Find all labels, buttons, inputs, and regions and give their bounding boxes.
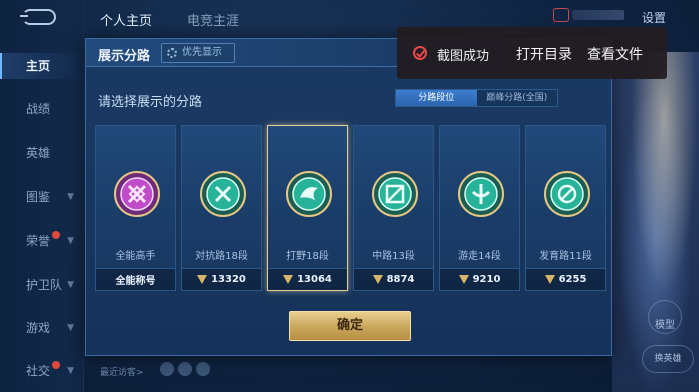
recent-visitors-link[interactable]: 最近访客>: [100, 365, 144, 378]
settings-button[interactable]: 设置: [642, 9, 666, 26]
toggle-peak-lane[interactable]: 巅峰分路(全国): [477, 90, 558, 106]
rank-score-icon: [372, 275, 383, 284]
sidebar-item-guard[interactable]: 护卫队 ▼: [0, 272, 84, 298]
lane-card-value: 全能称号: [115, 276, 156, 287]
all-round-emblem-icon: [114, 171, 160, 217]
lane-card-name: 全能高手: [115, 251, 156, 262]
left-sidebar: 主页 战绩 英雄 图鉴 ▼ 荣誉 ▼ 护卫队 ▼ 游戏 ▼ 社交 ▼: [0, 0, 84, 392]
lane-card-value-row: 6255: [526, 268, 605, 290]
lane-card-clash[interactable]: 对抗路18段 13320: [181, 125, 262, 291]
tab-profile[interactable]: 个人主页: [100, 10, 152, 29]
sidebar-item-label: 荣誉: [26, 234, 51, 248]
toast-message: 截图成功: [437, 49, 490, 64]
view-file-link[interactable]: 查看文件: [587, 44, 643, 64]
sidebar-item-label: 护卫队: [26, 278, 63, 292]
visitor-avatar[interactable]: [178, 362, 192, 376]
change-hero-button[interactable]: 换英雄: [642, 345, 694, 373]
lane-card-name: 中路13段: [372, 251, 415, 262]
gear-icon: [167, 48, 177, 58]
lane-card-all-round[interactable]: 全能高手 全能称号: [95, 125, 176, 291]
jungle-lane-emblem-icon: [286, 171, 332, 217]
sidebar-item-label: 游戏: [26, 321, 51, 335]
chevron-down-icon: ▼: [67, 236, 74, 246]
confirm-button[interactable]: 确定: [289, 311, 411, 341]
model-label: 模型: [655, 320, 675, 331]
battery-icon: [553, 8, 569, 22]
farm-lane-emblem-icon: [544, 171, 590, 217]
lane-card-name: 发育路11段: [539, 251, 592, 262]
lane-card-value: 13320: [211, 274, 246, 285]
mid-lane-emblem-icon: [372, 171, 418, 217]
sidebar-item-label: 图鉴: [26, 190, 51, 204]
lane-card-name: 游走14段: [458, 251, 501, 262]
status-indicator: [572, 10, 624, 20]
open-folder-link[interactable]: 打开目录: [516, 44, 572, 64]
priority-display-label: 优先显示: [182, 47, 222, 58]
rank-score-icon: [458, 275, 469, 284]
lane-card-jungle[interactable]: 打野18段 13064: [267, 125, 348, 291]
sidebar-item-label: 战绩: [26, 102, 51, 116]
lane-card-value-row: 9210: [440, 268, 519, 290]
visitor-avatar[interactable]: [160, 362, 174, 376]
roam-lane-emblem-icon: [458, 171, 504, 217]
rank-score-icon: [197, 275, 208, 284]
lane-card-value-row: 13320: [182, 268, 261, 290]
chevron-down-icon: ▼: [67, 366, 74, 376]
sidebar-item-record[interactable]: 战绩: [0, 96, 84, 122]
lane-card-name: 打野18段: [286, 251, 329, 262]
model-button[interactable]: 模型: [648, 300, 682, 334]
chevron-down-icon: ▼: [67, 192, 74, 202]
sidebar-item-label: 主页: [26, 59, 51, 73]
check-circle-icon: [413, 46, 427, 60]
lane-card-value: 6255: [558, 274, 587, 285]
chevron-down-icon: ▼: [67, 280, 74, 290]
rank-score-icon: [544, 275, 555, 284]
sidebar-item-label: 社交: [26, 364, 51, 378]
sidebar-item-heroes[interactable]: 英雄: [0, 140, 84, 166]
lane-display-dialog: 展示分路 优先显示 请选择展示的分路 分路段位 巅峰分路(全国) 全能高手 全能…: [85, 38, 612, 356]
visitor-avatar[interactable]: [196, 362, 210, 376]
rank-score-icon: [283, 275, 294, 284]
back-icon[interactable]: [20, 9, 56, 25]
dialog-subtitle: 请选择展示的分路: [98, 95, 203, 110]
clash-lane-emblem-icon: [200, 171, 246, 217]
hero-portrait: [612, 52, 699, 392]
screenshot-toast: 截图成功 打开目录 查看文件: [397, 27, 667, 79]
dialog-title: 展示分路: [98, 49, 151, 64]
sidebar-item-games[interactable]: 游戏 ▼: [0, 315, 84, 341]
sidebar-item-label: 英雄: [26, 146, 51, 160]
chevron-down-icon: ▼: [67, 323, 74, 333]
lane-card-value-row: 13064: [268, 268, 347, 290]
notification-dot-icon: [52, 231, 60, 239]
sidebar-item-honor[interactable]: 荣誉 ▼: [0, 228, 84, 254]
lane-card-name: 对抗路18段: [195, 251, 248, 262]
lane-mode-toggle: 分路段位 巅峰分路(全国): [395, 89, 558, 107]
toggle-lane-rank[interactable]: 分路段位: [396, 90, 477, 106]
sidebar-item-codex[interactable]: 图鉴 ▼: [0, 184, 84, 210]
lane-card-value: 9210: [472, 274, 501, 285]
lane-card-value: 13064: [297, 274, 332, 285]
lane-card-value: 8874: [386, 274, 415, 285]
lane-card-mid[interactable]: 中路13段 8874: [353, 125, 434, 291]
notification-dot-icon: [52, 361, 60, 369]
sidebar-item-home[interactable]: 主页: [0, 53, 84, 79]
sidebar-item-social[interactable]: 社交 ▼: [0, 358, 84, 384]
lane-card-farm[interactable]: 发育路11段 6255: [525, 125, 606, 291]
lane-card-value-row: 8874: [354, 268, 433, 290]
lane-card-roam[interactable]: 游走14段 9210: [439, 125, 520, 291]
tab-esports[interactable]: 电竞主涯: [187, 10, 239, 29]
lane-card-value-row: 全能称号: [96, 268, 175, 290]
priority-display-button[interactable]: 优先显示: [161, 43, 235, 63]
